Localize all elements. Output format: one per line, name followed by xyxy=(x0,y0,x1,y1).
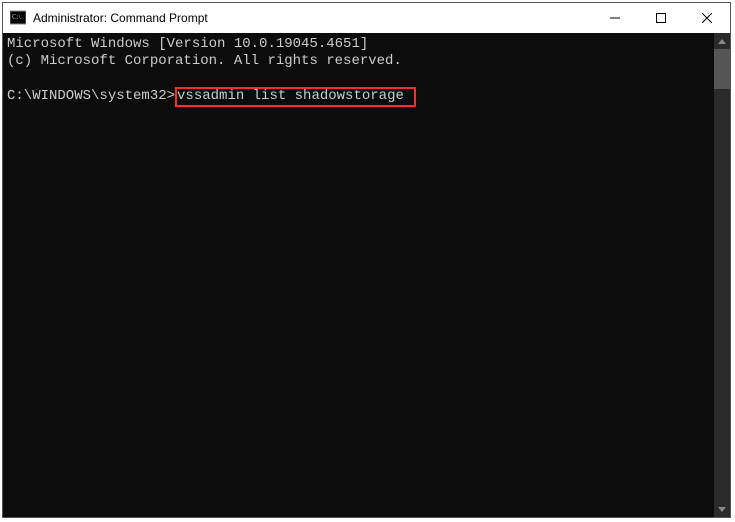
terminal-prompt: C:\WINDOWS\system32> xyxy=(7,88,175,104)
command-highlight: vssadmin list shadowstorage xyxy=(175,87,416,107)
svg-text:C:\: C:\ xyxy=(12,13,21,21)
close-button[interactable] xyxy=(684,3,730,33)
terminal-line: (c) Microsoft Corporation. All rights re… xyxy=(7,53,402,69)
cmd-icon: C:\ xyxy=(10,10,26,26)
scroll-up-arrow[interactable] xyxy=(714,33,730,49)
maximize-button[interactable] xyxy=(638,3,684,33)
window-controls xyxy=(592,3,730,33)
command-prompt-window: C:\ Administrator: Command Prompt Micros… xyxy=(2,2,731,518)
window-title: Administrator: Command Prompt xyxy=(33,11,592,25)
titlebar[interactable]: C:\ Administrator: Command Prompt xyxy=(3,3,730,33)
terminal-command: vssadmin list shadowstorage xyxy=(177,88,404,104)
terminal-area: Microsoft Windows [Version 10.0.19045.46… xyxy=(3,33,730,517)
scroll-thumb[interactable] xyxy=(714,49,730,89)
scroll-track[interactable] xyxy=(714,49,730,501)
scroll-down-arrow[interactable] xyxy=(714,501,730,517)
vertical-scrollbar[interactable] xyxy=(714,33,730,517)
terminal[interactable]: Microsoft Windows [Version 10.0.19045.46… xyxy=(3,33,714,517)
terminal-line: Microsoft Windows [Version 10.0.19045.46… xyxy=(7,36,368,52)
minimize-button[interactable] xyxy=(592,3,638,33)
